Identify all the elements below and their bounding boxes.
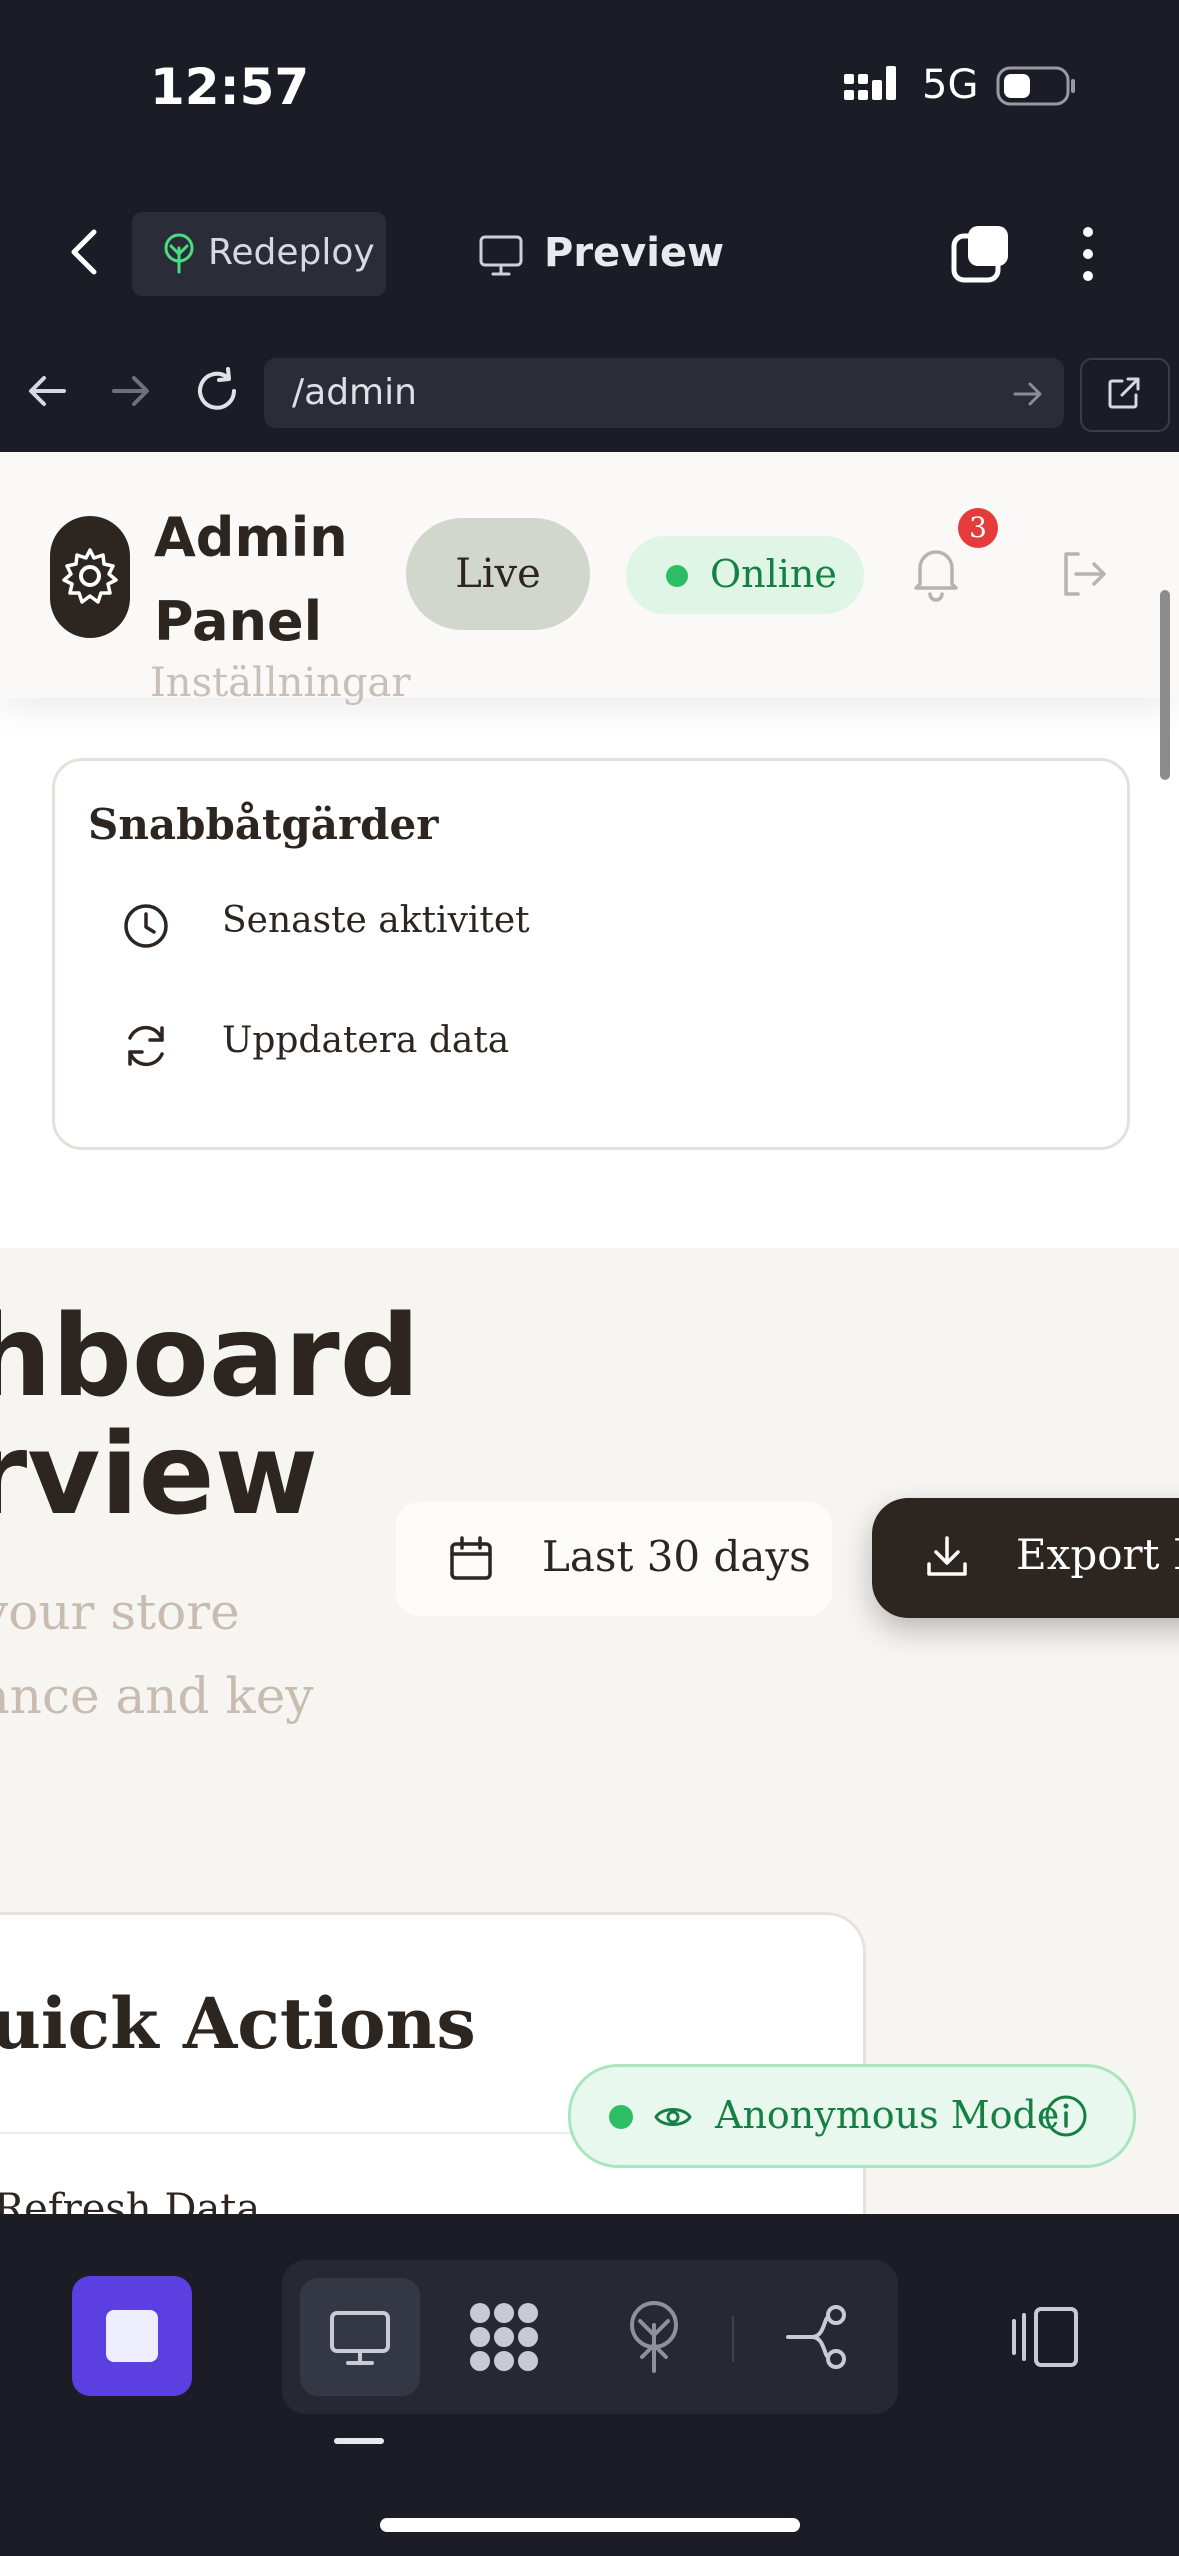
- stop-button[interactable]: [72, 2276, 192, 2396]
- menu-item-recent-activity[interactable]: Senaste aktivitet: [120, 884, 1020, 964]
- stop-icon: [106, 2310, 158, 2362]
- calendar-icon: [450, 1536, 492, 1580]
- anonymous-mode-label: Anonymous Mode: [715, 2093, 1060, 2137]
- open-external-button[interactable]: [1080, 358, 1170, 432]
- export-report-button[interactable]: Export R: [872, 1498, 1179, 1618]
- git-branch-icon: [786, 2305, 846, 2369]
- settings-link-obscured: Inställningar: [150, 660, 411, 706]
- scrollbar-thumb[interactable]: [1160, 590, 1170, 780]
- date-range-label: Last 30 days: [542, 1532, 811, 1581]
- online-status-badge: Online: [626, 536, 864, 614]
- monitor-icon: [330, 2311, 390, 2365]
- external-link-icon: [1108, 377, 1140, 409]
- info-icon[interactable]: [1043, 2093, 1089, 2139]
- arrow-left-icon[interactable]: [24, 368, 70, 414]
- gear-icon: [62, 548, 118, 604]
- live-toggle[interactable]: Live: [406, 518, 590, 630]
- admin-logo: [50, 516, 130, 638]
- anonymous-dot: [609, 2105, 633, 2129]
- battery-icon: [996, 66, 1075, 106]
- preview-tab[interactable]: Preview: [476, 212, 736, 296]
- monitor-icon: [479, 235, 523, 276]
- network-type: 5G: [922, 62, 979, 108]
- preview-label: Preview: [544, 230, 725, 276]
- home-indicator[interactable]: [380, 2518, 800, 2532]
- signal-icon: [844, 66, 896, 100]
- dashboard-heading: hboard rview: [0, 1292, 420, 1540]
- toolbar-divider: [732, 2316, 734, 2362]
- apps-icon: [470, 2303, 538, 2371]
- apps-grid-button[interactable]: [450, 2278, 560, 2396]
- arrow-right-icon[interactable]: [108, 368, 154, 414]
- download-icon: [927, 1536, 967, 1576]
- deploy-tree-icon: [164, 233, 194, 274]
- quick-actions-title: uick Actions: [0, 1982, 476, 2065]
- online-dot: [666, 565, 688, 587]
- go-arrow-icon[interactable]: [1010, 376, 1046, 412]
- web-content: hboard rview your store ance and key Las…: [0, 452, 1179, 2214]
- more-vertical-icon[interactable]: [1068, 222, 1108, 286]
- notification-badge: 3: [958, 508, 998, 548]
- bell-icon[interactable]: [908, 542, 964, 602]
- redeploy-button[interactable]: Redeploy: [132, 212, 386, 296]
- active-tab-indicator: [334, 2438, 384, 2444]
- back-chevron-icon[interactable]: [58, 224, 114, 280]
- git-branch-button[interactable]: [764, 2278, 874, 2396]
- online-label: Online: [710, 552, 837, 596]
- tabs-icon[interactable]: [950, 222, 1014, 286]
- admin-title: Admin Panel: [154, 506, 348, 653]
- admin-header: Inställningar Admin Panel Live Online 3: [0, 452, 1179, 706]
- menu-item-refresh-data[interactable]: Uppdatera data: [120, 1004, 1020, 1084]
- deploy-icon: [630, 2301, 678, 2373]
- logout-icon[interactable]: [1056, 546, 1112, 602]
- reload-icon[interactable]: [192, 366, 242, 416]
- refresh-icon: [128, 1025, 164, 1067]
- url-text: /admin: [292, 372, 417, 413]
- eye-icon: [654, 2108, 692, 2126]
- date-range-button[interactable]: Last 30 days: [396, 1502, 832, 1616]
- export-label: Export R: [1016, 1530, 1179, 1579]
- refresh-data-action[interactable]: Refresh Data: [0, 2186, 260, 2214]
- menu-item-label: Senaste aktivitet: [222, 900, 530, 941]
- redeploy-label: Redeploy: [208, 232, 375, 273]
- quick-menu-title: Snabbåtgärder: [88, 800, 439, 849]
- menu-item-label: Uppdatera data: [222, 1020, 510, 1061]
- split-view-button[interactable]: [990, 2278, 1100, 2396]
- anonymous-mode-badge[interactable]: Anonymous Mode: [568, 2064, 1136, 2168]
- status-time: 12:57: [150, 58, 310, 116]
- clock-icon: [124, 904, 168, 948]
- dashboard-subtitle: your store ance and key: [0, 1583, 314, 1725]
- quick-menu-panel: Snabbåtgärder Senaste aktivitet Uppdater…: [0, 698, 1179, 1248]
- desktop-view-button[interactable]: [300, 2278, 420, 2396]
- deploy-button[interactable]: [598, 2278, 708, 2396]
- split-view-icon: [1012, 2307, 1078, 2367]
